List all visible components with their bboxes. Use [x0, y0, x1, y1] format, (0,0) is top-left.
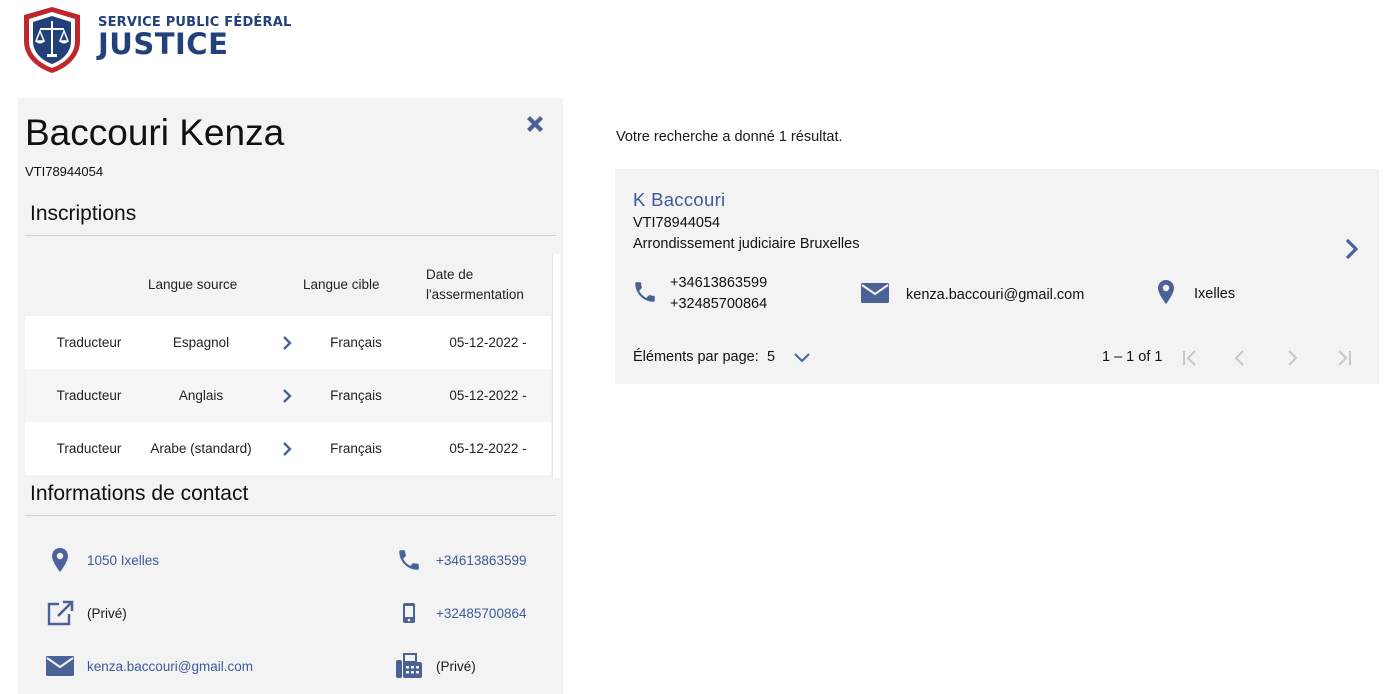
- result-location[interactable]: Ixelles: [1157, 279, 1235, 309]
- phone-icon: [632, 279, 658, 309]
- cell-target: Français: [330, 335, 382, 350]
- person-name: Baccouri Kenza: [25, 112, 285, 153]
- brand-line2: JUSTICE: [98, 27, 229, 61]
- result-id: VTI78944054: [633, 215, 721, 231]
- contact-fax: (Privé): [394, 651, 476, 681]
- location-pin-icon: [1157, 279, 1175, 309]
- cell-source: Arabe (standard): [150, 441, 252, 456]
- prev-page-icon[interactable]: [1229, 347, 1251, 369]
- inscriptions-title: Inscriptions: [30, 202, 137, 225]
- header-source: Langue source: [148, 277, 238, 292]
- cell-role: Traducteur: [56, 388, 122, 403]
- cell-source: Anglais: [178, 388, 224, 403]
- cell-source: Espagnol: [172, 335, 230, 350]
- result-district: Arrondissement judiciaire Bruxelles: [633, 236, 860, 252]
- location-pin-icon: [45, 545, 75, 575]
- last-page-icon[interactable]: [1333, 347, 1355, 369]
- result-email-text: kenza.baccouri@gmail.com: [906, 287, 1085, 303]
- chevron-down-icon[interactable]: [793, 351, 811, 365]
- contact-email[interactable]: kenza.baccouri@gmail.com: [45, 651, 253, 681]
- cell-date: 05-12-2022 -: [449, 441, 527, 456]
- table-row[interactable]: Traducteur Espagnol Français 05-12-2022 …: [25, 316, 551, 369]
- header-date: Date de l'assermentation: [426, 267, 524, 302]
- page-size-label: Éléments par page:: [633, 349, 759, 365]
- result-summary: Votre recherche a donné 1 résultat.: [616, 129, 843, 145]
- address-link[interactable]: 1050 Ixelles: [87, 553, 159, 568]
- divider: [25, 235, 556, 236]
- detail-panel: Baccouri Kenza VTI78944054 Inscriptions …: [18, 98, 563, 694]
- page-range: 1 – 1 of 1: [1102, 349, 1163, 365]
- scales-shield-icon: [24, 7, 80, 73]
- cell-role: Traducteur: [56, 441, 122, 456]
- mobile-link[interactable]: +32485700864: [436, 606, 526, 621]
- contact-title: Informations de contact: [30, 482, 249, 505]
- result-card[interactable]: K Baccouri VTI78944054 Arrondissement ju…: [615, 169, 1379, 384]
- fax-icon: [394, 651, 424, 681]
- chevron-right-icon: [277, 422, 297, 475]
- next-page-icon[interactable]: [1281, 347, 1303, 369]
- phone-icon: [394, 545, 424, 575]
- phone-link[interactable]: +34613863599: [436, 553, 526, 568]
- cell-target: Français: [330, 441, 382, 456]
- page-size-value[interactable]: 5: [767, 349, 775, 365]
- cell-date: 05-12-2022 -: [449, 335, 527, 350]
- first-page-icon[interactable]: [1179, 347, 1201, 369]
- person-id: VTI78944054: [25, 164, 104, 179]
- table-row[interactable]: Traducteur Anglais Français 05-12-2022 -: [25, 369, 551, 422]
- justice-logo[interactable]: SERVICE PUBLIC FÉDÉRAL JUSTICE: [20, 5, 291, 75]
- contact-mobile[interactable]: +32485700864: [394, 598, 526, 628]
- result-phone1: +34613863599: [670, 275, 768, 291]
- external-link-icon: [45, 598, 75, 628]
- result-location-text: Ixelles: [1194, 286, 1236, 302]
- close-icon[interactable]: [523, 112, 547, 136]
- email-link[interactable]: kenza.baccouri@gmail.com: [87, 659, 253, 674]
- website-text: (Privé): [87, 605, 127, 621]
- result-name-link[interactable]: K Baccouri: [633, 189, 725, 211]
- contact-phone[interactable]: +34613863599: [394, 545, 526, 575]
- contact-website: (Privé): [45, 598, 127, 628]
- chevron-right-icon: [277, 316, 297, 369]
- table-row[interactable]: Traducteur Arabe (standard) Français 05-…: [25, 422, 551, 475]
- result-phones[interactable]: +34613863599 +32485700864: [632, 273, 767, 315]
- result-email[interactable]: kenza.baccouri@gmail.com: [861, 283, 1084, 307]
- cell-date: 05-12-2022 -: [449, 388, 527, 403]
- fax-text: (Privé): [436, 658, 476, 674]
- inscriptions-table: Langue source Langue cible Date de l'ass…: [25, 254, 551, 475]
- envelope-icon: [861, 283, 889, 307]
- cell-role: Traducteur: [56, 335, 122, 350]
- mobile-phone-icon: [394, 598, 424, 628]
- envelope-icon: [45, 651, 75, 681]
- table-header: Langue source Langue cible Date de l'ass…: [25, 254, 551, 316]
- result-phone2: +32485700864: [670, 296, 768, 312]
- header-target: Langue cible: [303, 277, 380, 292]
- divider: [25, 515, 556, 516]
- table-scrollbar[interactable]: [552, 254, 560, 478]
- chevron-right-icon[interactable]: [1343, 238, 1361, 260]
- contact-address[interactable]: 1050 Ixelles: [45, 545, 159, 575]
- chevron-right-icon: [277, 369, 297, 422]
- cell-target: Français: [330, 388, 382, 403]
